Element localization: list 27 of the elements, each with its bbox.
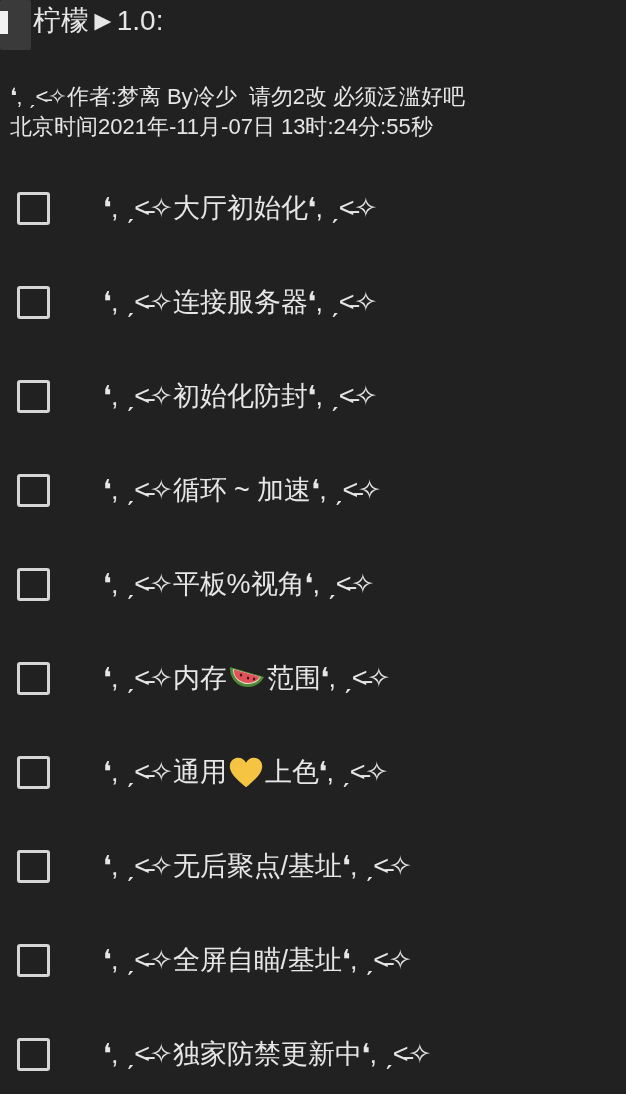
option-label: ❛‚ ˏ˂̵✧全屏自瞄/基址❛‚ ˏ˂̵✧ — [103, 944, 412, 977]
option-label: 上色❛‚ ˏ˂̵✧ — [264, 756, 389, 789]
checkbox[interactable] — [17, 191, 50, 225]
checkbox[interactable] — [17, 473, 50, 507]
checkbox[interactable] — [17, 285, 50, 319]
option-label: ❛‚ ˏ˂̵✧平板%视角❛‚ ˏ˂̵✧ — [103, 568, 375, 601]
option-label: ❛‚ ˏ˂̵✧大厅初始化❛‚ ˏ˂̵✧ — [103, 192, 378, 225]
info-text: 北京时间2021年-11月-07日 13时:24分:55秒 — [10, 113, 434, 141]
option-label: ❛‚ ˏ˂̵✧无后聚点/基址❛‚ ˏ˂̵✧ — [103, 850, 412, 883]
option-label: ❛‚ ˏ˂̵✧初始化防封❛‚ ˏ˂̵✧ — [103, 380, 378, 413]
option-label: ❛‚ ˏ˂̵✧连接服务器❛‚ ˏ˂̵✧ — [103, 286, 378, 319]
option-label: ❛‚ ˏ˂̵✧通用 — [103, 756, 227, 789]
checkbox[interactable] — [17, 1037, 50, 1071]
option-label: ❛‚ ˏ˂̵✧内存 — [103, 662, 227, 695]
checkbox[interactable] — [17, 661, 50, 695]
heart-icon — [228, 756, 263, 788]
panel-tab-icon[interactable] — [0, 0, 31, 50]
checkbox[interactable] — [17, 567, 50, 601]
checkbox[interactable] — [17, 755, 50, 789]
checkbox[interactable] — [17, 943, 50, 977]
checkbox[interactable] — [17, 849, 50, 883]
checkbox[interactable] — [17, 379, 50, 413]
option-label: 范围❛‚ ˏ˂̵✧ — [266, 662, 391, 695]
menu-title: 柠檬►1.0: — [33, 4, 164, 38]
info-text: ❛‚ ˏ˂̵✧作者:梦离 By冷少 请勿2改 必须泛滥好吧 — [10, 83, 467, 111]
option-label: ❛‚ ˏ˂̵✧循环 ~ 加速❛‚ ˏ˂̵✧ — [103, 474, 381, 507]
option-label: ❛‚ ˏ˂̵✧独家防禁更新中❛‚ ˏ˂̵✧ — [103, 1038, 432, 1071]
